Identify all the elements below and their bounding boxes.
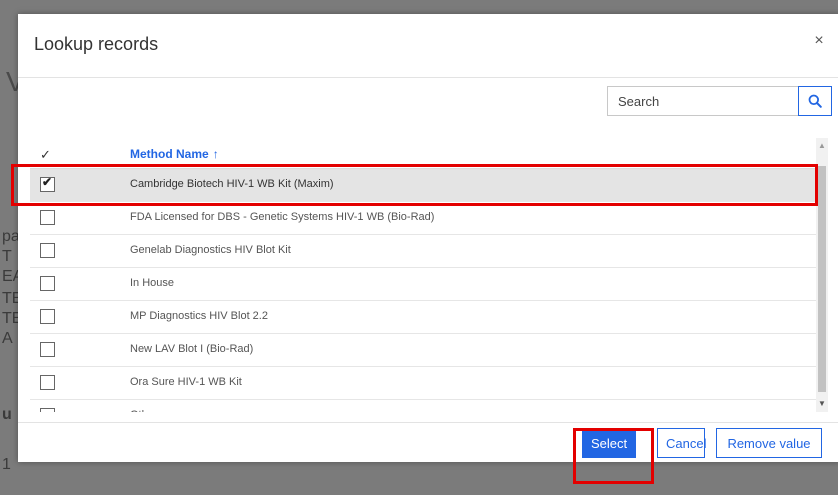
- row-checkbox[interactable]: ✔: [40, 175, 55, 192]
- background-text-fragment: u: [2, 406, 12, 423]
- table-row[interactable]: Genelab Diagnostics HIV Blot Kit: [30, 235, 816, 268]
- row-method-name: New LAV Blot I (Bio-Rad): [130, 343, 254, 355]
- column-header-label: Method Name: [130, 147, 209, 161]
- row-checkbox[interactable]: [40, 210, 55, 225]
- table-row[interactable]: New LAV Blot I (Bio-Rad): [30, 334, 816, 367]
- row-checkbox[interactable]: [40, 408, 55, 412]
- dialog-title: Lookup records: [34, 34, 159, 54]
- row-checkbox[interactable]: [40, 243, 55, 258]
- grid-header: ✓ Method Name ↑: [30, 138, 816, 169]
- table-row[interactable]: ✔ Cambridge Biotech HIV-1 WB Kit (Maxim): [30, 169, 816, 202]
- select-all-checkmark-icon[interactable]: ✓: [40, 147, 51, 163]
- scroll-down-icon[interactable]: ▼: [816, 398, 828, 410]
- row-checkbox[interactable]: [40, 276, 55, 291]
- table-row[interactable]: In House: [30, 268, 816, 301]
- grid-scrollbar[interactable]: ▲ ▼: [816, 138, 828, 412]
- scroll-up-icon[interactable]: ▲: [816, 140, 828, 152]
- sort-ascending-icon: ↑: [212, 147, 219, 161]
- row-checkbox[interactable]: [40, 342, 55, 357]
- records-grid: ✓ Method Name ↑ ✔ Cambridge Biotech HIV-1 …: [30, 138, 816, 412]
- row-checkbox[interactable]: [40, 375, 55, 390]
- remove-value-button[interactable]: Remove value: [716, 428, 822, 458]
- row-method-name: Cambridge Biotech HIV-1 WB Kit (Maxim): [130, 178, 334, 190]
- search-button[interactable]: [798, 86, 832, 116]
- checkmark-icon: ✔: [42, 175, 53, 189]
- cancel-button[interactable]: Cancel: [657, 428, 706, 458]
- row-checkbox[interactable]: [40, 309, 55, 324]
- grid-body: ✔ Cambridge Biotech HIV-1 WB Kit (Maxim) F…: [30, 169, 816, 412]
- row-method-name: MP Diagnostics HIV Blot 2.2: [130, 310, 268, 322]
- row-method-name: In House: [130, 277, 175, 289]
- title-divider: [18, 77, 838, 78]
- row-method-name: Other: [130, 409, 158, 412]
- row-method-name: Ora Sure HIV-1 WB Kit: [130, 376, 242, 388]
- select-button[interactable]: Select: [582, 428, 636, 458]
- background-text-fragment: T: [2, 248, 12, 265]
- close-icon[interactable]: ×: [810, 32, 828, 50]
- search-icon: [808, 94, 822, 108]
- background-text-fragment: A: [2, 330, 13, 347]
- search-box: [607, 86, 832, 116]
- table-row[interactable]: Other: [30, 400, 816, 412]
- table-row[interactable]: Ora Sure HIV-1 WB Kit: [30, 367, 816, 400]
- search-input[interactable]: [607, 86, 798, 116]
- scrollbar-thumb[interactable]: [818, 166, 826, 392]
- row-method-name: Genelab Diagnostics HIV Blot Kit: [130, 244, 291, 256]
- lookup-records-dialog: Lookup records × ✓ Method Name↑ ✔ Cambrid…: [18, 14, 838, 462]
- background-text-fragment: 1: [2, 456, 11, 473]
- row-method-name: FDA Licensed for DBS - Genetic Systems H…: [130, 211, 435, 223]
- table-row[interactable]: FDA Licensed for DBS - Genetic Systems H…: [30, 202, 816, 235]
- table-row[interactable]: MP Diagnostics HIV Blot 2.2: [30, 301, 816, 334]
- footer-divider: [18, 422, 838, 423]
- column-header-method-name[interactable]: Method Name ↑: [130, 147, 219, 161]
